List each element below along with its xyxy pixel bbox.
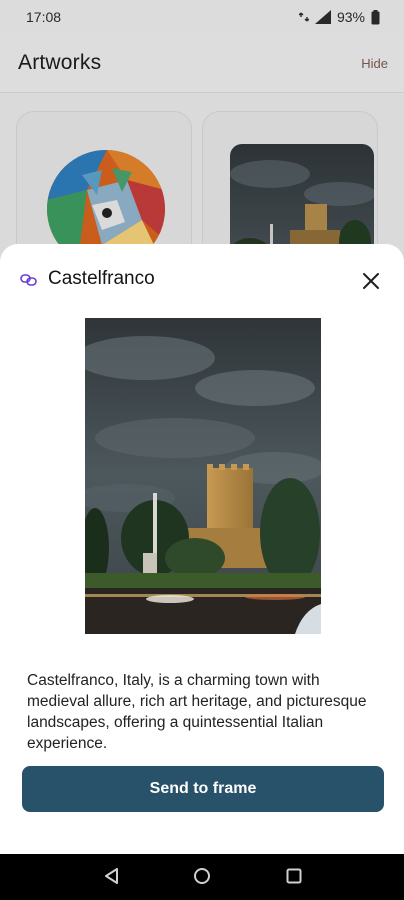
artwork-description: Castelfranco, Italy, is a charming town … bbox=[27, 671, 367, 752]
system-nav-bar bbox=[0, 854, 404, 900]
link-icon bbox=[20, 272, 38, 293]
close-icon bbox=[363, 273, 379, 289]
close-button[interactable] bbox=[356, 266, 386, 296]
sheet-title: Castelfranco bbox=[48, 268, 155, 289]
home-circle-icon[interactable] bbox=[192, 866, 212, 891]
artwork-image bbox=[85, 318, 321, 634]
send-to-frame-button[interactable]: Send to frame bbox=[22, 766, 384, 812]
background-scrim bbox=[0, 0, 404, 262]
back-triangle-icon[interactable] bbox=[102, 866, 122, 891]
sheet-header: Castelfranco bbox=[0, 260, 404, 300]
artwork-detail-sheet: Castelfranco Castelfranco, Italy, is a c… bbox=[0, 244, 404, 854]
recents-square-icon[interactable] bbox=[284, 866, 304, 891]
